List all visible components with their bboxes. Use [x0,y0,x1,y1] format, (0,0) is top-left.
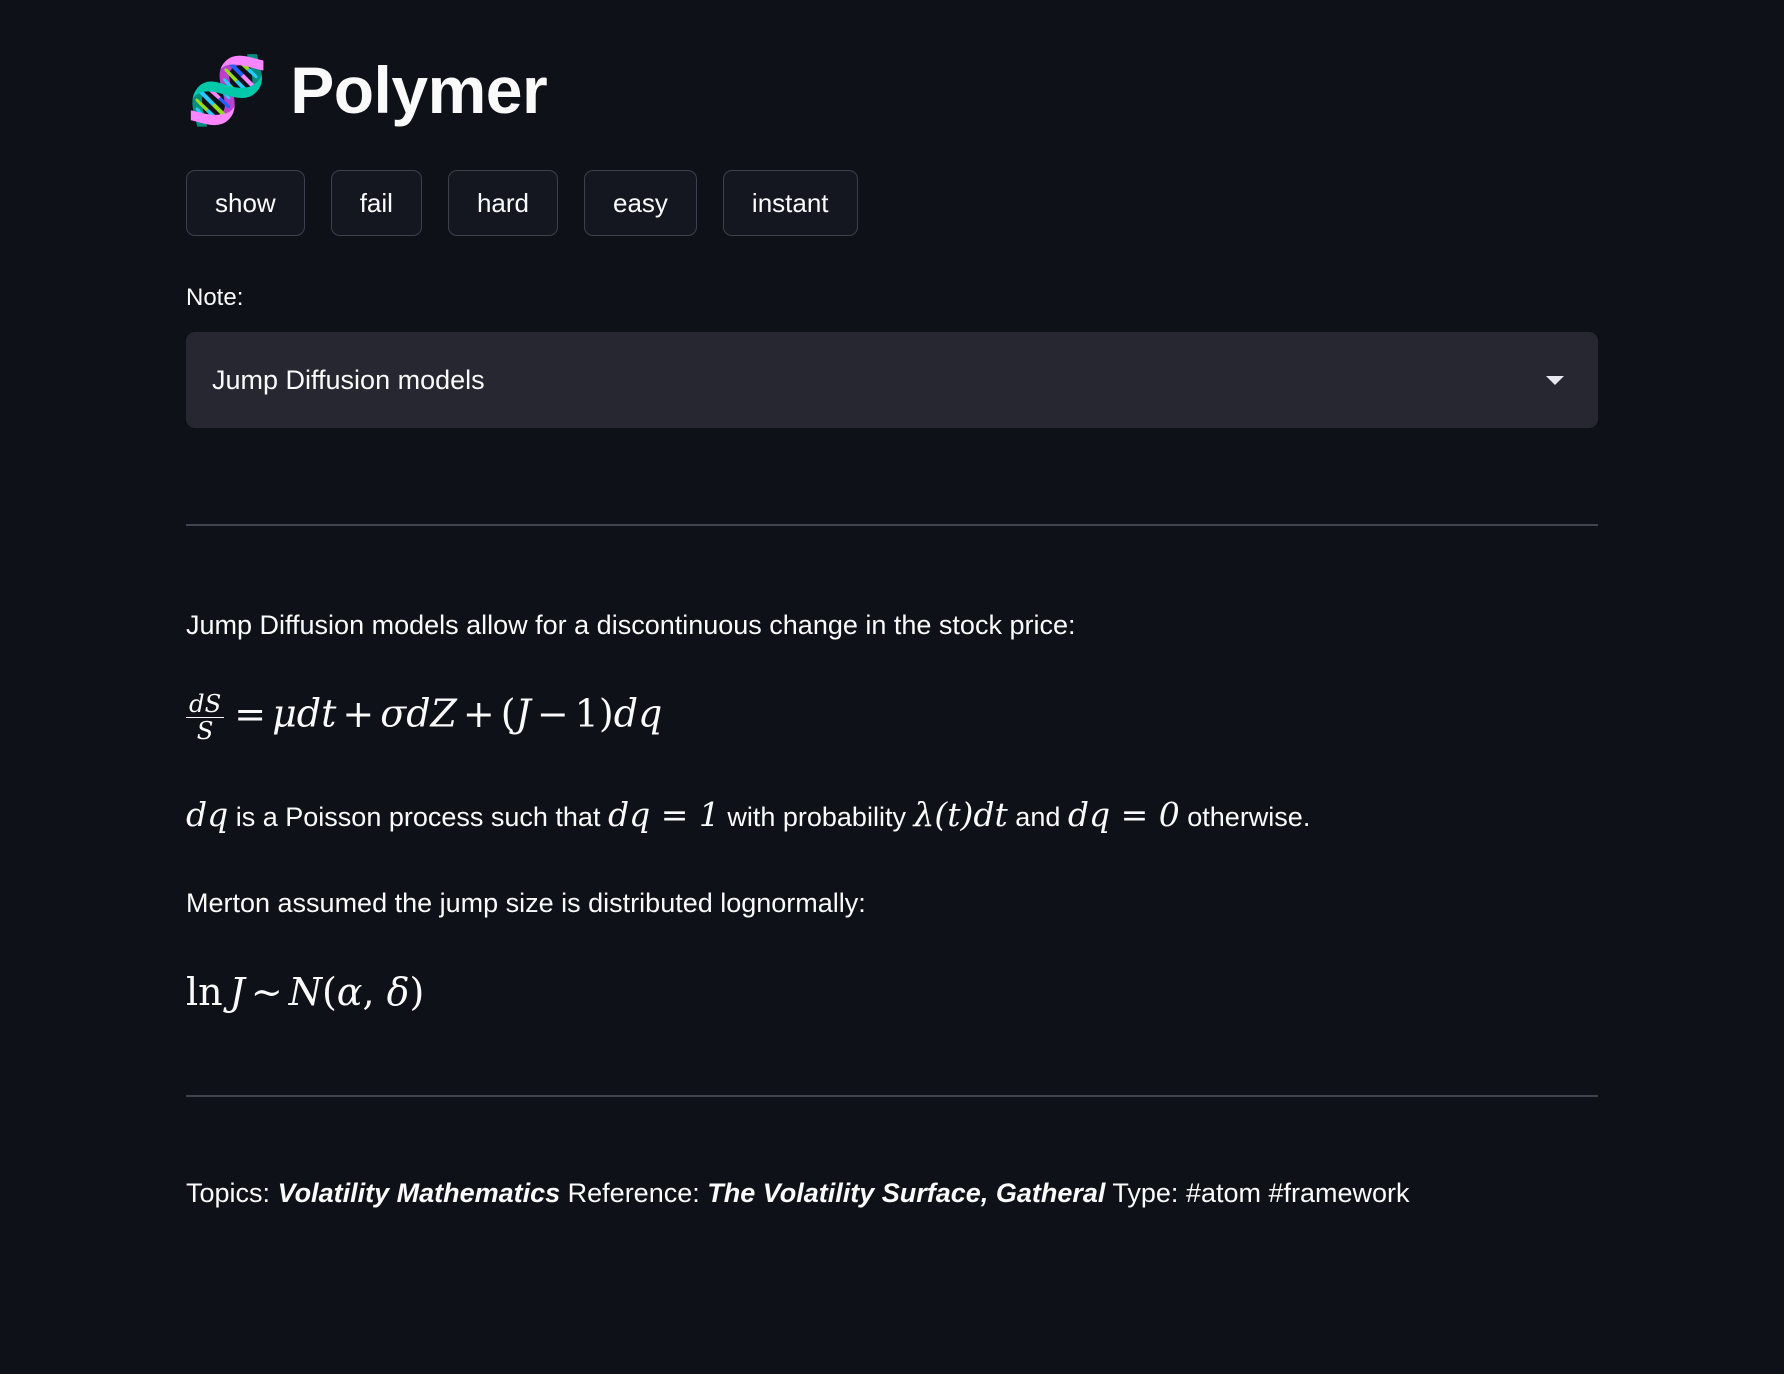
term-J: J [515,691,531,736]
reference-value: The Volatility Surface, Gatheral [707,1178,1106,1209]
term-delta: δ [386,969,410,1014]
inline-math-dq-equals-0: dq = 0 [1067,794,1180,834]
main-container: 🧬 Polymer show fail hard easy instant No… [186,0,1598,1213]
sim-sign: ∼ [250,969,283,1014]
reference-label: Reference: [567,1178,700,1209]
page-title: Polymer [290,53,548,127]
hard-button[interactable]: hard [447,170,558,236]
term-dZ: dZ [406,691,457,736]
term-alpha: α [336,969,363,1014]
card-body: Jump Diffusion models allow for a discon… [186,606,1598,1015]
formula-lognormal-jump: ln J ∼ N(α, δ) [186,970,1598,1016]
divider-bottom [186,1095,1598,1098]
open-paren-1: ( [500,691,516,736]
equals-sign: = [234,691,267,736]
term-dt: dt [296,691,337,736]
type-label: Type: [1112,1178,1179,1209]
plus-sign-2: + [462,691,495,736]
card-paragraph-2-text-2: with probability [727,801,906,832]
inline-math-dq-1: dq [186,794,229,834]
note-select-value: Jump Diffusion models [212,364,485,395]
dna-emoji-icon: 🧬 [186,53,269,127]
card-paragraph-2-text-3: and [1015,801,1061,832]
show-button[interactable]: show [186,170,305,236]
card-paragraph-2-text-4: otherwise. [1187,801,1311,832]
divider-top [186,524,1598,526]
card-paragraph-2-text-1: is a Poisson process such that [235,801,601,832]
app-page: 🧬 Polymer show fail hard easy instant No… [0,0,1784,1374]
operator-ln: ln [186,969,223,1014]
inline-math-dq-equals-1: dq = 1 [607,794,720,834]
topics-value: Volatility Mathematics [277,1178,561,1209]
type-value: #atom #framework [1185,1178,1410,1209]
card-paragraph-1: Jump Diffusion models allow for a discon… [186,610,1076,640]
formula-jump-diffusion: dS S = μdt + σdZ + (J −1)dq [186,690,1598,745]
term-dq: dq [613,691,663,736]
term-J-2: J [229,969,245,1014]
term-mu: μ [272,691,297,736]
note-select[interactable]: Jump Diffusion models [186,332,1598,428]
card-metadata: Topics: Volatility Mathematics Reference… [186,1175,1598,1213]
app-header: 🧬 Polymer [186,0,1598,123]
close-paren-2: ) [409,969,425,1014]
easy-button[interactable]: easy [584,170,697,236]
fail-button[interactable]: fail [330,170,422,236]
term-sigma: σ [380,691,407,736]
minus-sign: − [536,691,569,736]
term-one: 1 [574,691,599,736]
close-paren-1: ) [598,691,614,736]
card-paragraph-2: dq is a Poisson process such that dq = 1… [186,791,1598,839]
open-paren-2: ( [321,969,337,1014]
fraction-dS-over-S: dS S [186,690,225,745]
card-paragraph-3: Merton assumed the jump size is distribu… [186,888,866,919]
plus-sign-1: + [342,691,375,736]
term-N: N [288,969,322,1014]
instant-button[interactable]: instant [722,170,858,236]
grade-button-row: show fail hard easy instant [186,170,1598,236]
comma-separator: , [362,969,375,1014]
topics-label: Topics: [186,1178,271,1209]
chevron-down-icon[interactable] [1546,375,1564,385]
inline-math-lambda-t-dt: λ(t)dt [913,794,1008,834]
note-selector-label: Note: [186,284,244,311]
